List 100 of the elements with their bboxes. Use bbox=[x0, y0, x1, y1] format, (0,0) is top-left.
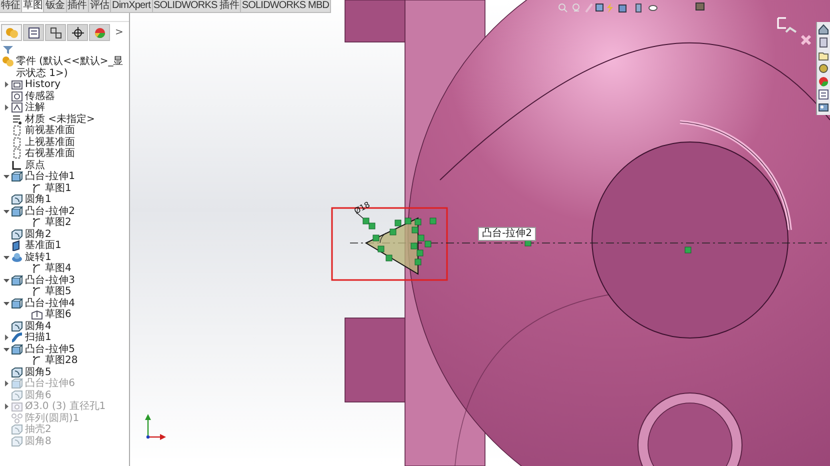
hole-icon bbox=[11, 401, 23, 412]
fillet-icon bbox=[11, 228, 23, 240]
document-icon[interactable] bbox=[818, 37, 829, 48]
collapse-arrow-icon[interactable] bbox=[3, 346, 10, 353]
tree-item[interactable]: 扫描1 bbox=[25, 332, 52, 344]
relation-marker[interactable] bbox=[394, 220, 402, 226]
relation-marker[interactable] bbox=[372, 234, 380, 242]
feature-name-label: 凸台-拉伸2 bbox=[478, 227, 536, 241]
history-icon bbox=[11, 79, 23, 90]
tree-item[interactable]: 凸台-拉伸2 bbox=[25, 206, 75, 217]
tree-item[interactable]: 凸台-拉伸4 bbox=[25, 298, 75, 309]
panel-tab[interactable] bbox=[23, 24, 44, 41]
fillet-icon bbox=[11, 436, 23, 447]
tree-item[interactable]: 草图5 bbox=[45, 286, 72, 298]
expand-arrow-icon[interactable] bbox=[3, 380, 10, 388]
expand-arrow-icon[interactable] bbox=[3, 81, 10, 88]
tree-item[interactable]: 旋转1 bbox=[25, 252, 52, 263]
command-tab[interactable]: 草图 bbox=[22, 0, 44, 12]
cube-icon[interactable] bbox=[596, 4, 604, 12]
tree-item[interactable]: 凸台-拉伸5 bbox=[25, 344, 75, 355]
relation-marker[interactable] bbox=[412, 226, 418, 234]
tree-item[interactable]: 圆角4 bbox=[25, 320, 52, 332]
tree-item[interactable]: 圆角5 bbox=[25, 366, 52, 378]
command-tab[interactable]: SOLIDWORKS 插件 bbox=[152, 0, 241, 12]
fillet-icon bbox=[11, 424, 23, 436]
eye-icon[interactable] bbox=[648, 5, 658, 11]
relation-marker[interactable] bbox=[414, 218, 422, 226]
tree-item[interactable]: 草图6 bbox=[45, 309, 72, 320]
tree-item[interactable]: 凸台-拉伸3 bbox=[25, 274, 75, 286]
collapse-arrow-icon[interactable] bbox=[3, 254, 10, 261]
relation-marker[interactable] bbox=[418, 234, 424, 242]
cube-icon[interactable] bbox=[618, 4, 626, 12]
relation-marker[interactable] bbox=[390, 228, 396, 236]
extrude-icon bbox=[11, 274, 23, 286]
expand-arrow-icon[interactable] bbox=[3, 403, 10, 410]
tree-item[interactable]: 注解 bbox=[25, 102, 45, 114]
extrude-icon bbox=[11, 298, 23, 309]
tree-item[interactable]: 凸台-拉伸1 bbox=[25, 171, 75, 182]
relation-marker[interactable] bbox=[362, 218, 370, 224]
tree-item[interactable]: 基准面1 bbox=[25, 240, 62, 252]
tree-item[interactable]: 圆角2 bbox=[25, 228, 52, 240]
tree-item[interactable]: 材质 <未指定> bbox=[25, 114, 95, 125]
collapse-arrow-icon[interactable] bbox=[3, 208, 10, 215]
feature-tree-icon bbox=[4, 26, 18, 38]
tree-item[interactable]: 右视基准面 bbox=[25, 148, 75, 160]
tree-item[interactable]: 圆角1 bbox=[25, 194, 52, 206]
annotation-icon bbox=[11, 102, 23, 114]
fillet-icon bbox=[11, 320, 23, 332]
filter-icon[interactable] bbox=[3, 45, 13, 55]
more-tabs-arrow[interactable]: > bbox=[115, 27, 124, 38]
relation-marker[interactable] bbox=[414, 258, 422, 266]
extrude-icon bbox=[11, 378, 23, 390]
tree-item[interactable]: 上视基准面 bbox=[25, 136, 75, 148]
tree-item[interactable]: 前视基准面 bbox=[25, 125, 75, 136]
tree-item[interactable]: 草图1 bbox=[45, 182, 72, 194]
panel-tab[interactable] bbox=[67, 24, 88, 41]
tree-item[interactable]: 草图2 bbox=[45, 217, 72, 228]
collapse-arrow-icon[interactable] bbox=[3, 276, 10, 284]
command-tab[interactable]: 钣金 bbox=[44, 0, 67, 12]
trash-icon[interactable] bbox=[636, 4, 642, 12]
material-icon bbox=[11, 114, 23, 125]
tree-item[interactable]: 草图4 bbox=[45, 263, 72, 274]
sweep-icon bbox=[11, 332, 23, 344]
relation-marker[interactable] bbox=[404, 218, 412, 224]
relation-marker[interactable] bbox=[378, 246, 384, 252]
pattern-icon bbox=[11, 412, 23, 424]
command-tab[interactable]: 评估 bbox=[88, 0, 112, 12]
part-name[interactable]: 零件 (默认<<默认>_显示状态 1>) bbox=[16, 56, 129, 79]
tree-item[interactable]: 草图28 bbox=[45, 355, 78, 366]
relation-marker[interactable] bbox=[430, 218, 436, 224]
expand-arrow-icon[interactable] bbox=[3, 104, 10, 112]
panel-tab[interactable] bbox=[45, 24, 66, 41]
part-drawing[interactable] bbox=[344, 0, 830, 466]
extrude-icon bbox=[11, 206, 23, 217]
relation-marker[interactable] bbox=[416, 250, 424, 256]
origin-icon bbox=[11, 160, 23, 171]
tree-item[interactable]: 原点 bbox=[25, 160, 45, 171]
collapse-arrow-icon[interactable] bbox=[3, 300, 10, 307]
tree-item[interactable]: 传感器 bbox=[25, 90, 55, 102]
relation-marker[interactable] bbox=[410, 242, 418, 250]
diameter-dimension[interactable]: Ø18 bbox=[352, 200, 372, 216]
collapse-arrow-icon[interactable] bbox=[3, 173, 10, 180]
tree-item[interactable]: History bbox=[25, 79, 61, 90]
relation-marker[interactable] bbox=[386, 254, 392, 262]
relation-marker[interactable] bbox=[684, 246, 692, 254]
appearance-icon[interactable] bbox=[818, 76, 829, 87]
close-icon[interactable] bbox=[800, 34, 812, 46]
command-tab[interactable]: 插件 bbox=[66, 0, 89, 12]
relation-marker[interactable] bbox=[424, 240, 432, 248]
command-tab[interactable]: DimXpert bbox=[111, 0, 152, 12]
command-tab[interactable]: 特征 bbox=[0, 0, 22, 12]
home-icon[interactable] bbox=[818, 24, 829, 35]
relation-marker[interactable] bbox=[368, 222, 376, 230]
list-icon[interactable] bbox=[818, 89, 829, 100]
revolve-icon bbox=[11, 252, 23, 263]
plane-icon bbox=[11, 136, 23, 148]
confirm-corner-icon[interactable] bbox=[777, 17, 797, 33]
command-tab[interactable]: SOLIDWORKS MBD bbox=[240, 0, 332, 12]
folder-icon[interactable] bbox=[818, 50, 829, 61]
expand-arrow-icon[interactable] bbox=[3, 334, 10, 342]
